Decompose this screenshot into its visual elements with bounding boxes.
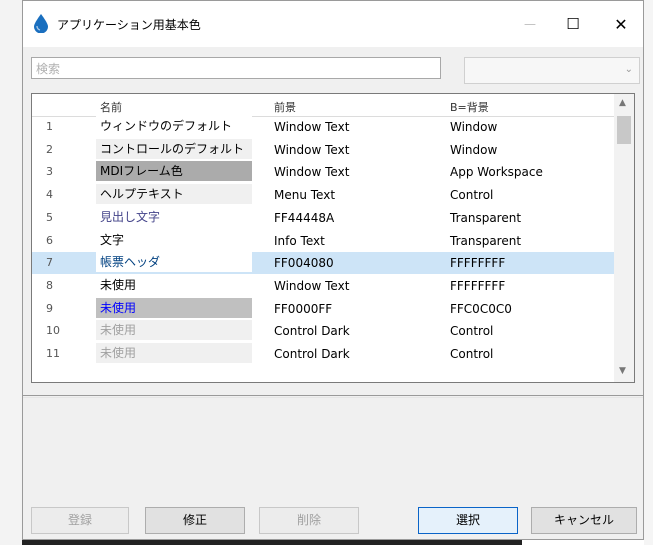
close-icon: ✕ (614, 14, 628, 34)
color-name-cell: 未使用 (96, 274, 252, 295)
register-button[interactable]: 登録 (31, 507, 129, 534)
drop-icon (34, 14, 48, 33)
foreground-cell: Window Text (274, 165, 350, 180)
foreground-cell: FF0000FF (274, 301, 333, 316)
vertical-scrollbar[interactable]: ▲ ▼ (614, 94, 634, 382)
background-cell: FFFFFFFF (450, 278, 506, 293)
foreground-cell: Control Dark (274, 324, 350, 339)
foreground-cell: Window Text (274, 120, 350, 134)
row-number: 11 (46, 347, 60, 360)
column-header-name[interactable]: 名前 (100, 99, 122, 115)
table-row[interactable]: 5 見出し文字 FF44448A Transparent (32, 206, 614, 229)
table-row[interactable]: 10 未使用 Control Dark Control (32, 320, 614, 342)
background-cell: Window (450, 120, 498, 134)
row-number: 9 (46, 301, 53, 315)
filter-dropdown[interactable]: ⌄ (464, 57, 640, 84)
table-row[interactable]: 8 未使用 Window Text FFFFFFFF (32, 274, 614, 297)
color-name-cell: ヘルプテキスト (96, 184, 252, 205)
foreground-cell: Menu Text (274, 188, 336, 203)
table-row[interactable]: 11 未使用 Control Dark Control (32, 343, 614, 365)
window-title: アプリケーション用基本色 (57, 18, 201, 32)
background-cell: Transparent (450, 210, 522, 225)
table-row[interactable]: 4 ヘルプテキスト Menu Text Control (32, 184, 614, 206)
row-number: 2 (46, 142, 53, 156)
close-button[interactable]: ✕ (598, 7, 644, 41)
color-name-cell: 文字 (96, 229, 252, 250)
background-cell: Control (450, 347, 494, 361)
delete-button[interactable]: 削除 (259, 507, 359, 534)
minimize-icon: — (524, 17, 536, 31)
color-table: 名前 前景 B=背景 1 ウィンドウのデフォルト Window Text Window… (31, 93, 635, 383)
background-cell: FFFFFFFF (450, 256, 506, 271)
search-placeholder: 検索 (36, 62, 61, 76)
row-number: 1 (46, 120, 53, 133)
row-number: 3 (46, 165, 53, 179)
background-cell: Window (450, 142, 498, 157)
row-number: 10 (46, 324, 60, 338)
scroll-down-icon[interactable]: ▼ (619, 366, 626, 376)
chevron-down-icon: ⌄ (624, 64, 633, 75)
column-header-background[interactable]: B=背景 (450, 99, 489, 115)
color-name-cell: コントロールのデフォルト (96, 138, 252, 159)
background-cell: Control (450, 188, 494, 203)
title-bar: アプリケーション用基本色 — ☐ ✕ (23, 1, 643, 47)
foreground-cell: FF004080 (274, 256, 334, 271)
row-number: 5 (46, 210, 53, 224)
color-name-cell: 見出し文字 (96, 206, 252, 227)
color-name-cell: 未使用 (96, 297, 252, 318)
scroll-up-icon[interactable]: ▲ (619, 98, 626, 108)
maximize-button[interactable]: ☐ (550, 7, 596, 41)
color-name-cell: 未使用 (96, 320, 252, 341)
color-name-cell: 帳票ヘッダ (96, 252, 252, 273)
table-header: 名前 前景 B=背景 (32, 94, 614, 117)
color-name-cell: ウィンドウのデフォルト (96, 116, 252, 136)
foreground-cell: Window Text (274, 142, 350, 157)
scrollbar-thumb[interactable] (617, 116, 631, 144)
background-app-edge-right (644, 0, 653, 545)
column-header-foreground[interactable]: 前景 (274, 99, 296, 115)
foreground-cell: Control Dark (274, 347, 350, 361)
table-row[interactable]: 2 コントロールのデフォルト Window Text Window (32, 138, 614, 161)
background-cell: FFC0C0C0 (450, 301, 512, 316)
divider (23, 395, 643, 396)
row-number: 6 (46, 233, 53, 247)
background-app-edge (0, 0, 22, 545)
table-row[interactable]: 1 ウィンドウのデフォルト Window Text Window (32, 116, 614, 138)
background-cell: App Workspace (450, 165, 543, 180)
row-number: 8 (46, 278, 53, 292)
minimize-button[interactable]: — (507, 7, 553, 41)
search-input[interactable]: 検索 (31, 57, 441, 79)
table-row[interactable]: 9 未使用 FF0000FF FFC0C0C0 (32, 297, 614, 320)
maximize-icon: ☐ (566, 15, 580, 33)
cancel-button[interactable]: キャンセル (531, 507, 637, 534)
modify-button[interactable]: 修正 (145, 507, 245, 534)
foreground-cell: Window Text (274, 278, 350, 293)
background-cell: Control (450, 324, 494, 339)
select-button[interactable]: 選択 (418, 507, 518, 534)
foreground-cell: Info Text (274, 233, 325, 248)
table-row[interactable]: 3 MDIフレーム色 Window Text App Workspace (32, 161, 614, 183)
divider-highlight (23, 397, 643, 398)
color-name-cell: MDIフレーム色 (96, 161, 252, 182)
background-cell: Transparent (450, 233, 522, 248)
foreground-cell: FF44448A (274, 210, 335, 225)
color-name-cell: 未使用 (96, 343, 252, 363)
table-row[interactable]: 6 文字 Info Text Transparent (32, 229, 614, 252)
color-settings-dialog: アプリケーション用基本色 — ☐ ✕ 検索 ⌄ 名前 前景 B=背景 1 ウィンド… (22, 0, 644, 540)
row-number: 4 (46, 188, 53, 202)
row-number: 7 (46, 256, 53, 270)
table-row[interactable]: 7 帳票ヘッダ FF004080 FFFFFFFF (32, 252, 614, 275)
